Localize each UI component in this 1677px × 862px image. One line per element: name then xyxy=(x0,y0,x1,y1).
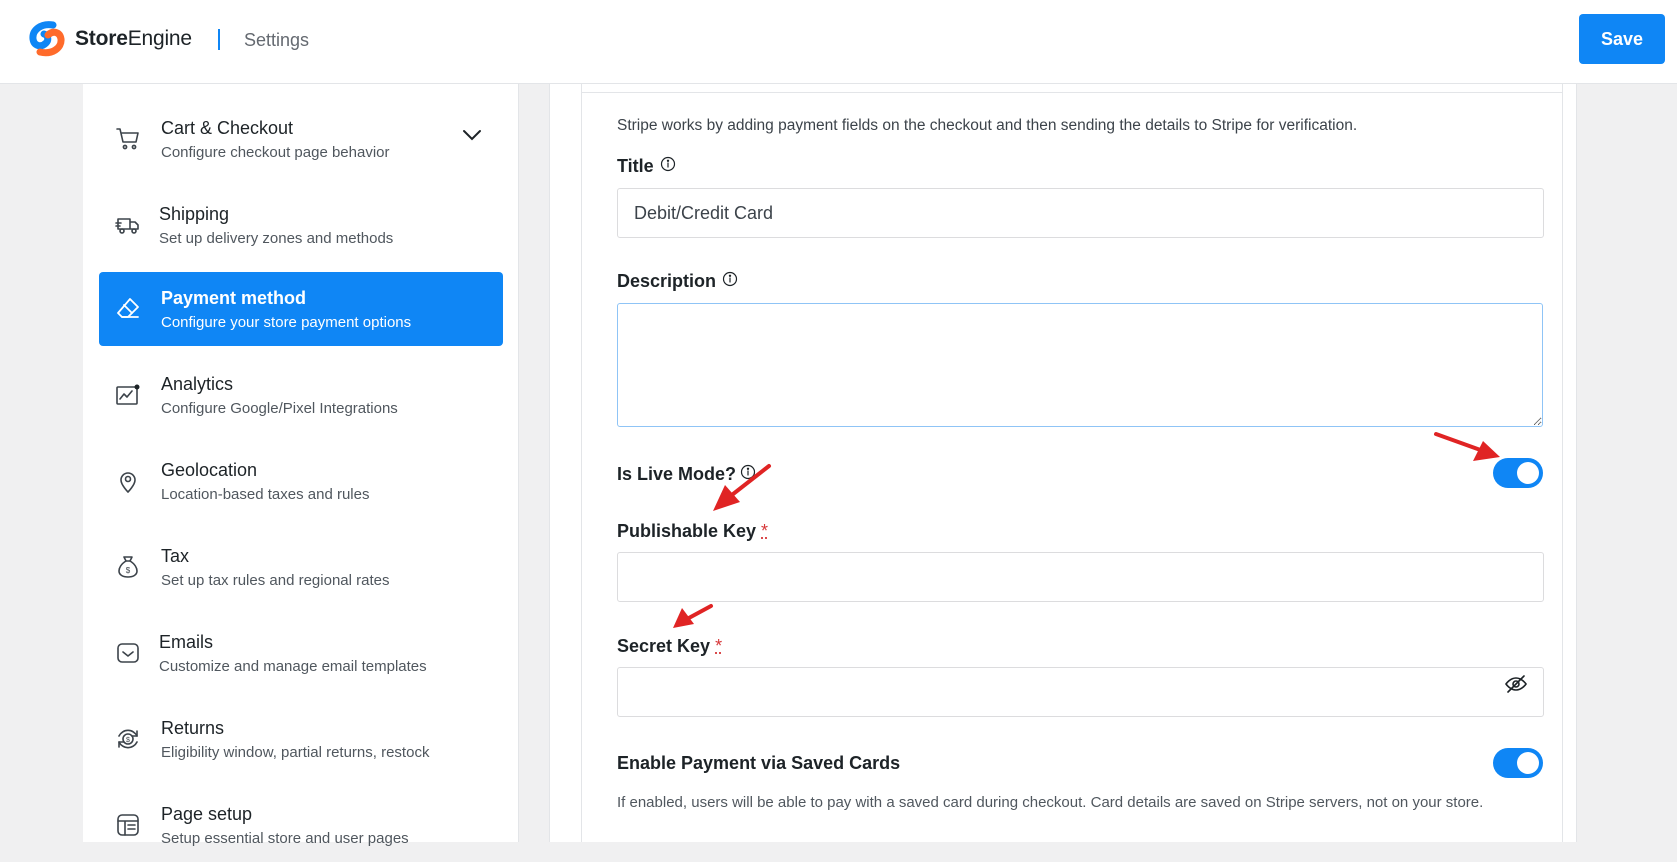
sidebar-item-desc: Configure checkout page behavior xyxy=(161,144,390,161)
sidebar-item-desc: Location-based taxes and rules xyxy=(161,486,369,503)
stripe-settings-card: Stripe works by adding payment fields on… xyxy=(581,84,1563,842)
sidebar-item-desc: Set up tax rules and regional rates xyxy=(161,572,389,589)
sidebar-item-desc: Configure Google/Pixel Integrations xyxy=(161,400,398,417)
sidebar-item-label: Emails xyxy=(159,632,213,653)
money-bag-icon: $ xyxy=(115,554,141,580)
page-title: Settings xyxy=(244,30,309,51)
save-button[interactable]: Save xyxy=(1579,14,1665,64)
chevron-down-icon[interactable] xyxy=(461,124,483,146)
storeengine-logo-icon xyxy=(26,21,68,57)
sidebar-item-tax[interactable]: $ Tax Set up tax rules and regional rate… xyxy=(99,530,503,604)
eye-off-icon[interactable] xyxy=(1504,672,1528,696)
refund-icon: $ xyxy=(115,726,141,752)
sidebar-item-desc: Set up delivery zones and methods xyxy=(159,230,393,247)
info-icon[interactable] xyxy=(740,464,756,480)
sidebar-item-label: Analytics xyxy=(161,374,233,395)
toggle-knob xyxy=(1517,462,1539,484)
mail-icon xyxy=(115,640,141,666)
settings-sidebar: Cart & Checkout Configure checkout page … xyxy=(83,84,519,842)
sidebar-item-label: Payment method xyxy=(161,288,306,309)
truck-icon xyxy=(115,212,141,238)
live-mode-label: Is Live Mode? xyxy=(617,464,756,485)
live-mode-toggle[interactable] xyxy=(1493,458,1543,488)
sidebar-item-label: Page setup xyxy=(161,804,252,825)
sidebar-item-label: Cart & Checkout xyxy=(161,118,293,139)
saved-cards-help-text: If enabled, users will be able to pay wi… xyxy=(617,794,1483,811)
title-label: Title xyxy=(617,156,676,177)
secret-key-label: Secret Key * xyxy=(617,636,722,657)
title-input[interactable] xyxy=(617,188,1544,238)
sidebar-item-desc: Eligibility window, partial returns, res… xyxy=(161,744,429,761)
sidebar-item-shipping[interactable]: Shipping Set up delivery zones and metho… xyxy=(99,188,503,262)
description-textarea[interactable] xyxy=(617,303,1543,427)
stripe-intro-text: Stripe works by adding payment fields on… xyxy=(617,117,1357,135)
top-header: StoreEngine Settings Save xyxy=(0,0,1677,84)
secret-key-input[interactable] xyxy=(617,667,1544,717)
sidebar-item-desc: Customize and manage email templates xyxy=(159,658,427,675)
map-pin-icon xyxy=(115,468,141,494)
cart-icon xyxy=(115,126,141,152)
svg-text:$: $ xyxy=(126,737,130,744)
description-label: Description xyxy=(617,271,738,292)
sidebar-item-label: Geolocation xyxy=(161,460,257,481)
sidebar-item-cart-checkout[interactable]: Cart & Checkout Configure checkout page … xyxy=(99,102,503,176)
sidebar-item-label: Shipping xyxy=(159,204,229,225)
saved-cards-toggle[interactable] xyxy=(1493,748,1543,778)
saved-cards-label: Enable Payment via Saved Cards xyxy=(617,753,900,774)
sidebar-item-geolocation[interactable]: Geolocation Location-based taxes and rul… xyxy=(99,444,503,518)
sidebar-item-emails[interactable]: Emails Customize and manage email templa… xyxy=(99,616,503,690)
sidebar-item-returns[interactable]: $ Returns Eligibility window, partial re… xyxy=(99,702,503,776)
required-mark: * xyxy=(761,521,768,541)
brand-name: StoreEngine xyxy=(75,27,192,51)
required-mark: * xyxy=(715,636,722,656)
toggle-knob xyxy=(1517,752,1539,774)
info-icon[interactable] xyxy=(660,156,676,172)
header-divider xyxy=(218,29,220,50)
svg-text:$: $ xyxy=(126,566,131,575)
sidebar-item-desc: Setup essential store and user pages xyxy=(161,830,409,847)
layout-icon xyxy=(115,812,141,838)
sidebar-item-page-setup[interactable]: Page setup Setup essential store and use… xyxy=(99,788,503,862)
settings-panel: Stripe works by adding payment fields on… xyxy=(549,84,1577,842)
sidebar-item-analytics[interactable]: Analytics Configure Google/Pixel Integra… xyxy=(99,358,503,432)
chart-icon xyxy=(115,382,141,408)
sidebar-item-label: Returns xyxy=(161,718,224,739)
eraser-icon xyxy=(115,296,141,322)
sidebar-item-label: Tax xyxy=(161,546,189,567)
publishable-key-input[interactable] xyxy=(617,552,1544,602)
section-divider xyxy=(582,92,1562,93)
sidebar-item-desc: Configure your store payment options xyxy=(161,314,411,331)
publishable-key-label: Publishable Key * xyxy=(617,521,768,542)
info-icon[interactable] xyxy=(722,271,738,287)
sidebar-item-payment-method[interactable]: Payment method Configure your store paym… xyxy=(99,272,503,346)
